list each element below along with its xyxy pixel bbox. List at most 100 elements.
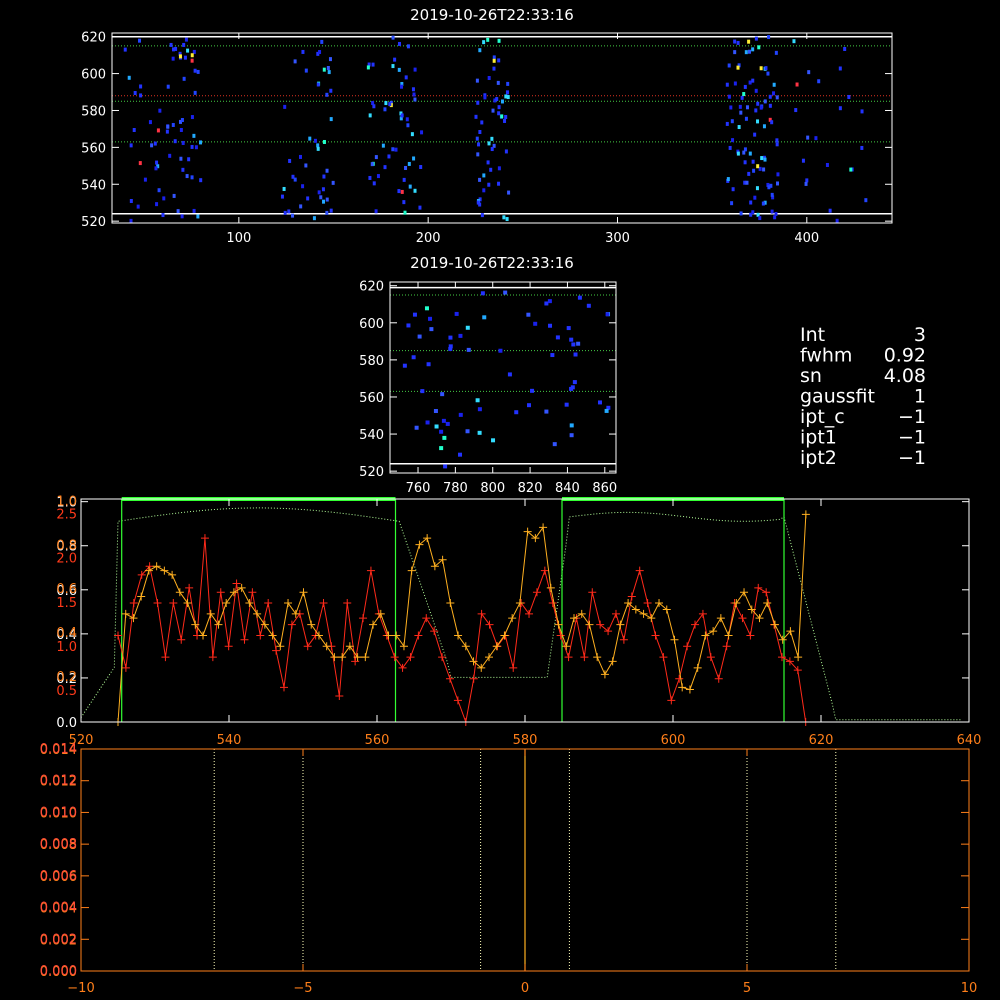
top-data-point — [383, 107, 387, 112]
top-data-point — [766, 71, 770, 76]
top-data-point — [795, 82, 799, 87]
top-data-point — [166, 124, 170, 129]
profile-x-tick-label: 600 — [661, 733, 686, 748]
top-data-point — [505, 217, 509, 222]
top-data-point — [751, 210, 755, 215]
middle-data-point — [441, 418, 446, 423]
top-data-point — [478, 48, 482, 53]
top-data-point — [757, 45, 761, 50]
top-data-point — [770, 120, 774, 125]
top-data-point — [742, 150, 746, 155]
middle-data-point — [597, 400, 602, 405]
top-data-point — [193, 68, 197, 73]
top-data-point — [123, 47, 127, 52]
top-data-point — [738, 104, 742, 109]
top-data-point — [772, 82, 776, 87]
top-data-point — [283, 104, 287, 109]
top-data-point — [374, 155, 378, 160]
top-x-tick-label: 100 — [226, 231, 251, 246]
bottom-x-tick-label: −5 — [293, 981, 312, 996]
top-data-point — [181, 167, 185, 172]
top-data-point — [503, 118, 507, 123]
top-data-point — [743, 84, 747, 89]
top-data-point — [760, 156, 764, 161]
top-data-point — [411, 87, 415, 92]
top-data-point — [730, 119, 734, 124]
middle-data-point — [544, 301, 549, 306]
middle-data-point — [448, 344, 453, 349]
top-data-point — [173, 139, 177, 144]
profile-x-tick-label: 540 — [217, 733, 242, 748]
top-data-point — [325, 210, 329, 215]
top-data-point — [154, 166, 158, 171]
bottom-x-tick-label: 0 — [521, 981, 529, 996]
top-data-point — [155, 160, 159, 165]
top-y-tick-label: 560 — [81, 141, 106, 156]
top-data-point — [372, 104, 376, 109]
top-data-point — [740, 95, 744, 100]
top-data-point — [325, 92, 329, 97]
top-data-point — [413, 97, 417, 102]
top-data-point — [313, 138, 317, 143]
profile-y-tick-label-red: 1.5 — [56, 596, 77, 611]
top-data-point — [772, 91, 776, 96]
middle-data-point — [406, 323, 411, 328]
top-data-point — [749, 200, 753, 205]
bottom-y-tick-label-shadow: 0.006 — [40, 869, 77, 884]
top-data-point — [376, 174, 380, 179]
middle-data-point — [498, 348, 503, 353]
middle-data-point — [555, 335, 560, 340]
info-value: −1 — [898, 427, 926, 449]
middle-data-point — [604, 408, 609, 413]
top-data-point — [190, 144, 194, 149]
top-data-point — [475, 78, 479, 83]
top-data-point — [739, 110, 743, 115]
top-data-point — [180, 214, 184, 219]
top-data-point — [301, 184, 305, 189]
middle-data-point — [442, 435, 447, 440]
top-data-point — [767, 185, 771, 190]
top-data-point — [400, 189, 404, 194]
top-data-point — [187, 157, 191, 162]
bottom-x-tick-label: −10 — [67, 981, 94, 996]
top-data-point — [505, 90, 509, 95]
top-data-point — [410, 132, 414, 137]
top-data-point — [179, 156, 183, 161]
top-data-point — [193, 90, 197, 95]
top-data-point — [728, 145, 732, 150]
top-data-point — [497, 58, 501, 63]
info-value: −1 — [898, 406, 926, 428]
top-data-point — [775, 138, 779, 143]
middle-data-point — [577, 295, 582, 300]
top-data-point — [753, 195, 757, 200]
top-data-point — [480, 120, 484, 125]
top-data-point — [727, 63, 731, 68]
top-data-point — [736, 65, 740, 70]
top-data-point — [497, 105, 501, 110]
top-data-point — [500, 114, 504, 119]
middle-data-point — [477, 430, 482, 435]
bottom-y-tick-label-shadow: 0.002 — [40, 932, 77, 947]
top-data-point — [322, 174, 326, 179]
top-data-point — [737, 125, 741, 130]
middle-data-point — [544, 409, 549, 414]
middle-data-point — [533, 321, 538, 326]
top-data-point — [408, 184, 412, 189]
top-data-point — [127, 75, 131, 80]
top-data-point — [368, 113, 372, 118]
top-data-point — [476, 200, 480, 205]
middle-data-point — [458, 452, 463, 457]
profile-y-tick-label-red: 2.0 — [56, 552, 77, 567]
top-data-point — [747, 39, 751, 44]
top-data-point — [308, 136, 312, 141]
middle-data-point — [448, 335, 453, 340]
top-data-point — [374, 209, 378, 214]
top-data-point — [761, 201, 765, 206]
middle-data-point — [475, 398, 480, 403]
top-data-point — [317, 190, 321, 195]
middle-data-point — [530, 388, 535, 393]
middle-data-point — [569, 337, 574, 342]
top-data-point — [487, 141, 491, 146]
top-data-point — [751, 47, 755, 52]
middle-data-point — [425, 420, 430, 425]
